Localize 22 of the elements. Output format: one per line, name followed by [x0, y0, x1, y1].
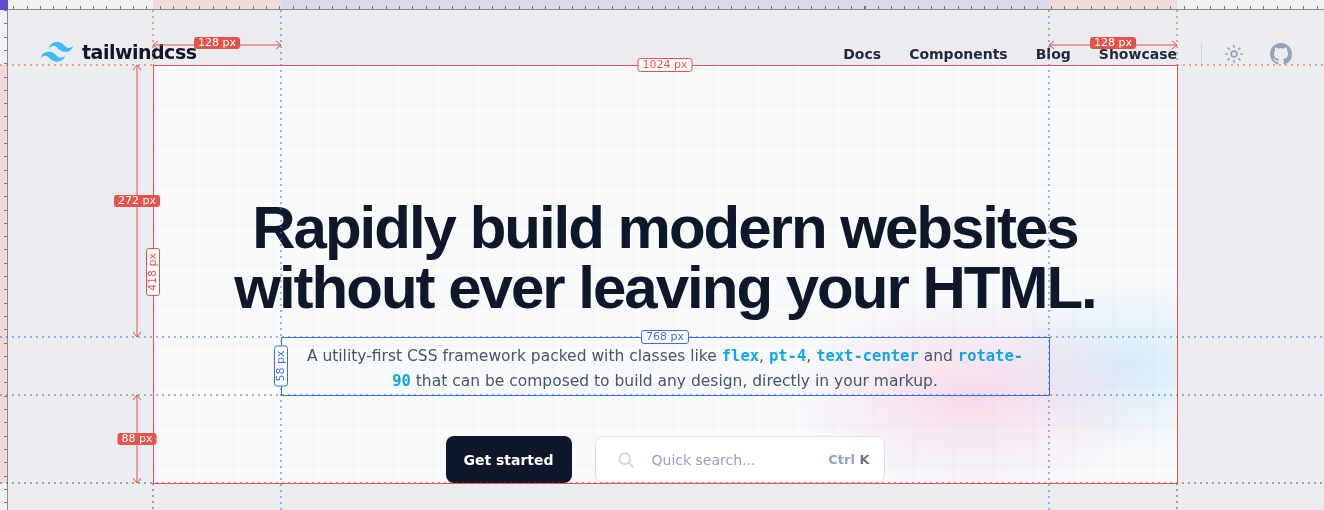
measurement-label: 1024 px [637, 58, 693, 72]
nav-link[interactable]: Components [909, 46, 1008, 62]
measurement-label: 768 px [641, 330, 689, 344]
nav-link[interactable]: Docs [843, 46, 882, 62]
measurement-label: 272 px [114, 195, 160, 207]
shortcut-hint: Ctrl K [828, 452, 870, 467]
hero-description: A utility-first CSS framework packed with classes like flex, pt-4, text-center and rotate-90 that can be composed to build any design, directly in your markup. [305, 346, 1025, 392]
github-icon[interactable] [1270, 43, 1292, 65]
search-input[interactable]: Quick search... [649, 450, 815, 469]
ruler-corner [0, 0, 8, 10]
measurement-label: 88 px [117, 433, 157, 445]
sun-icon[interactable] [1224, 44, 1244, 64]
measurement-label: 418 px [146, 248, 160, 296]
get-started-button[interactable]: Get started [445, 436, 572, 483]
search-bar[interactable]: Quick search... Ctrl K [594, 436, 885, 483]
measurement-label: 128 px [194, 37, 240, 49]
measurement-label: 58 px [274, 345, 288, 387]
hero-heading: Rapidly build modern websites without ever leaving your HTML. [234, 198, 1096, 318]
logo-text[interactable]: tailwindcss [82, 41, 197, 63]
logo-icon [40, 42, 74, 62]
nav-link[interactable]: Blog [1035, 46, 1071, 62]
measurement-label: 128 px [1090, 37, 1136, 49]
